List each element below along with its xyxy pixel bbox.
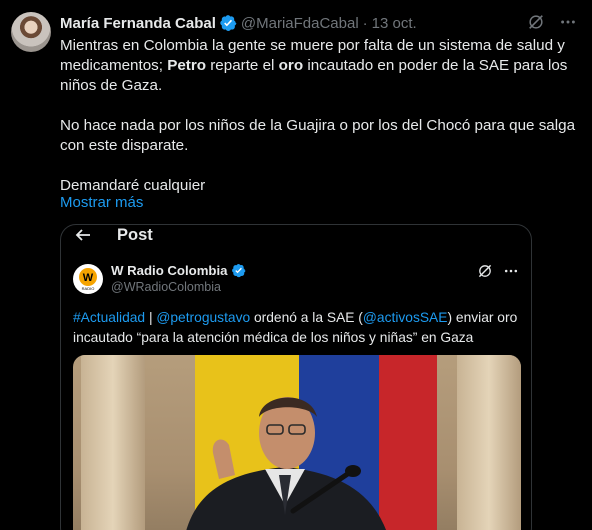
bold-oro: oro: [278, 57, 304, 74]
more-icon[interactable]: [558, 12, 578, 32]
quote-header-bar: Post: [61, 225, 531, 245]
mention-activossae[interactable]: @activosSAE: [363, 310, 448, 325]
author-name[interactable]: María Fernanda Cabal: [60, 15, 216, 32]
speaker-figure: [186, 397, 386, 530]
mention-petrogustavo[interactable]: @petrogustavo: [156, 310, 250, 325]
quote-more-icon[interactable]: [503, 263, 519, 279]
show-more-link[interactable]: Mostrar más: [60, 194, 143, 211]
author-handle[interactable]: @MariaFdaCabal: [241, 15, 359, 32]
bold-petro: Petro: [167, 57, 207, 74]
quoted-post[interactable]: Post W RADIO W Radio Colombia @WRadioCol…: [60, 224, 532, 530]
wradio-logo-icon: W RADIO: [74, 265, 102, 293]
quote-author-handle[interactable]: @WRadioColombia: [111, 280, 221, 294]
tweet: María Fernanda Cabal @MariaFdaCabal · 13…: [0, 0, 592, 530]
hashtag-link[interactable]: #Actualidad: [73, 310, 145, 325]
tweet-paragraph-1: Mientras en Colombia la gente se muere p…: [60, 37, 568, 94]
grok-icon[interactable]: [526, 12, 546, 32]
quote-actions: [477, 263, 519, 279]
separator-dot: ·: [362, 14, 368, 32]
quote-photo[interactable]: [73, 355, 521, 530]
tweet-date[interactable]: 13 oct.: [372, 15, 417, 32]
post-title: Post: [117, 226, 153, 244]
back-arrow-icon[interactable]: [73, 225, 93, 245]
verified-badge-icon: [220, 15, 237, 32]
svg-text:RADIO: RADIO: [82, 286, 95, 291]
quote-verified-badge-icon: [231, 263, 245, 278]
quote-author-name[interactable]: W Radio Colombia: [111, 263, 228, 278]
tweet-paragraph-2: No hace nada por los niños de la Guajira…: [60, 117, 576, 154]
tweet-paragraph-3: Demandaré cualquier: [60, 177, 206, 194]
quote-author-row: W Radio Colombia: [111, 263, 246, 278]
tweet-header: María Fernanda Cabal @MariaFdaCabal · 13…: [60, 13, 417, 33]
svg-text:W: W: [83, 272, 94, 284]
quote-grok-icon[interactable]: [477, 263, 493, 279]
wradio-avatar[interactable]: W RADIO: [73, 264, 103, 294]
quote-text: #Actualidad | @petrogustavo ordenó a la …: [73, 310, 518, 345]
tweet-actions: [526, 12, 578, 32]
tweet-text: Mientras en Colombia la gente se muere p…: [60, 36, 580, 196]
author-avatar[interactable]: [11, 12, 51, 52]
